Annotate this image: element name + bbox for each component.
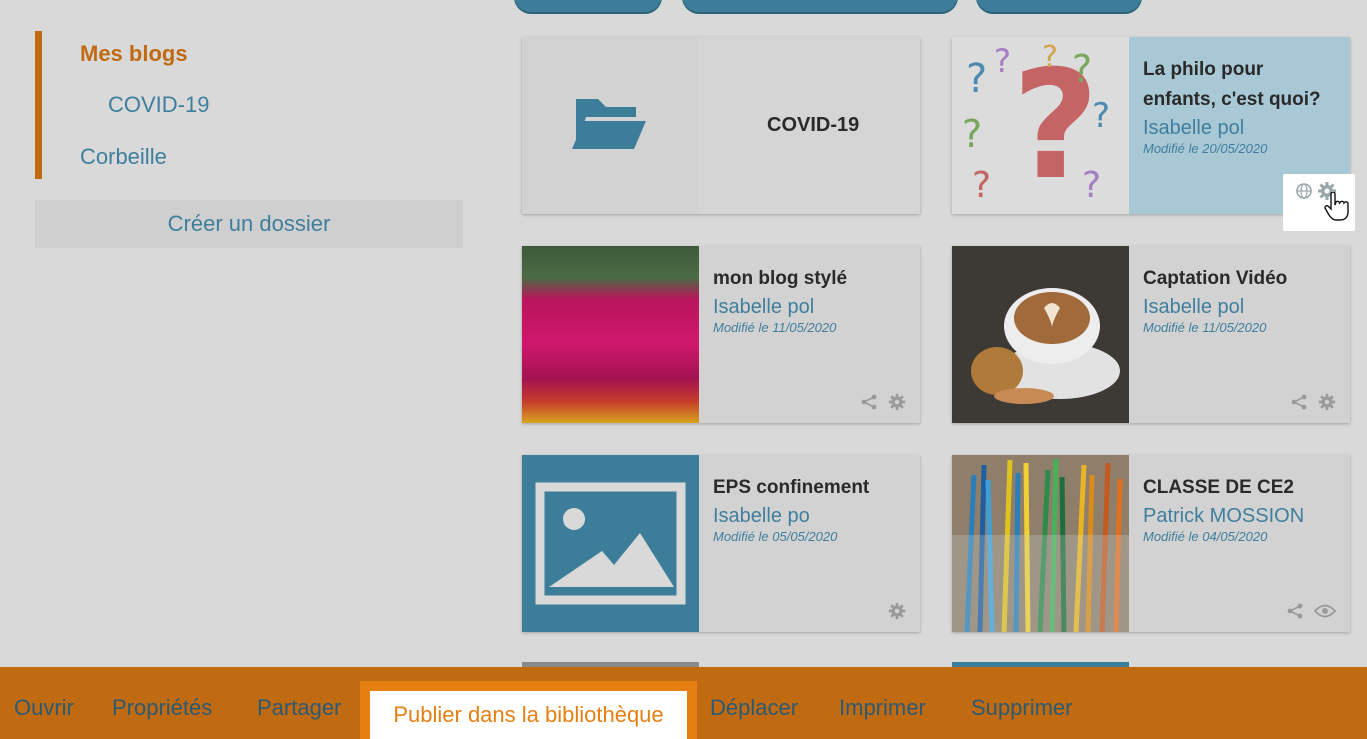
blog-modified-date: Modifié le 11/05/2020 [1143,320,1267,335]
folder-title: COVID-19 [767,114,860,136]
menu-imprimer[interactable]: Imprimer [839,695,926,721]
menu-publier-highlight: Publier dans la bibliothèque [360,681,697,739]
svg-text:?: ? [966,56,987,102]
svg-text:?: ? [994,42,1011,80]
blog-author[interactable]: Patrick MOSSION [1143,503,1336,529]
blog-card-mon-blog-style[interactable]: mon blog stylé Isabelle pol Modifié le 1… [522,246,920,423]
top-action-button-3[interactable] [976,0,1142,12]
bottom-action-bar: Ouvrir Propriétés Partager Publier dans … [0,667,1367,739]
blog-thumb-question-marks: ? ? ? ? ? ? ? ? ? [952,37,1129,214]
blog-thumb-flowers [522,246,699,423]
highlighted-actions [1283,174,1355,231]
share-icon[interactable] [1286,602,1304,620]
blog-title: La philo pour [1143,59,1264,80]
blog-modified-date: Modifié le 20/05/2020 [1143,141,1268,156]
share-icon[interactable] [1290,393,1308,411]
blog-thumb-placeholder-image [522,455,699,632]
blog-author[interactable]: Isabelle po [713,503,906,529]
menu-partager[interactable]: Partager [257,695,341,721]
sidebar-item-covid-19[interactable]: COVID-19 [108,92,209,118]
gear-icon[interactable] [1318,393,1336,411]
blog-author[interactable]: Isabelle pol [713,294,906,320]
menu-publier-bibliotheque[interactable]: Publier dans la bibliothèque [370,691,687,739]
svg-text:?: ? [1042,40,1058,75]
menu-ouvrir[interactable]: Ouvrir [14,695,74,721]
blog-card-classe-de-ce2[interactable]: CLASSE DE CE2 Patrick MOSSION Modifié le… [952,455,1350,632]
sidebar-item-corbeille[interactable]: Corbeille [80,144,167,170]
svg-text:?: ? [1072,47,1092,91]
sidebar-item-mes-blogs[interactable]: Mes blogs [80,41,188,67]
top-action-button-1[interactable] [514,0,662,12]
menu-proprietes[interactable]: Propriétés [112,695,212,721]
sidebar-active-indicator [35,31,42,179]
gear-icon[interactable] [888,602,906,620]
blog-card-captation-video[interactable]: Captation Vidéo Isabelle pol Modifié le … [952,246,1350,423]
blog-title: EPS confinement [713,477,870,498]
svg-text:?: ? [1092,96,1110,136]
menu-deplacer[interactable]: Déplacer [710,695,798,721]
blog-modified-date: Modifié le 11/05/2020 [713,320,837,335]
blog-modified-date: Modifié le 05/05/2020 [713,529,838,544]
blog-author[interactable]: Isabelle pol [1143,294,1336,320]
blog-title: CLASSE DE CE2 [1143,477,1294,498]
folder-open-icon [572,99,646,149]
blog-title: mon blog stylé [713,268,848,289]
folder-thumb [522,37,699,214]
blog-title: Captation Vidéo [1143,268,1288,289]
blog-modified-date: Modifié le 04/05/2020 [1143,529,1268,544]
blog-thumb-coffee [952,246,1129,423]
blog-author[interactable]: Isabelle pol [1143,115,1336,141]
blog-card-eps-confinement[interactable]: EPS confinement Isabelle po Modifié le 0… [522,455,920,632]
globe-icon[interactable] [1295,182,1313,200]
image-placeholder-icon [535,482,686,605]
svg-text:?: ? [972,165,991,206]
eye-icon[interactable] [1314,602,1336,620]
blog-title-line2: enfants, c'est quoi? [1143,89,1321,110]
top-action-button-2[interactable] [682,0,958,12]
folder-card[interactable]: COVID-19 [522,37,920,214]
menu-supprimer[interactable]: Supprimer [971,695,1072,721]
create-folder-button[interactable]: Créer un dossier [35,200,463,248]
svg-text:?: ? [962,112,982,156]
hand-cursor-icon [1324,192,1349,221]
svg-text:?: ? [1082,165,1101,206]
share-icon[interactable] [860,393,878,411]
blog-thumb-pencils [952,455,1129,632]
gear-icon[interactable] [888,393,906,411]
